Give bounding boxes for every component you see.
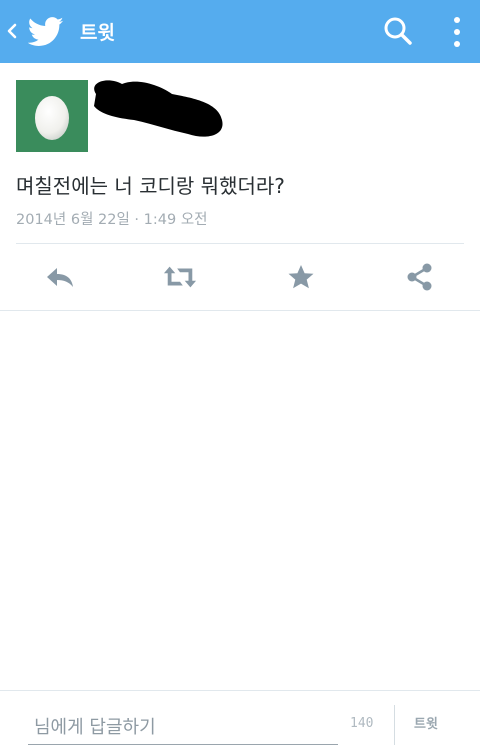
overflow-menu-icon[interactable] xyxy=(448,14,466,50)
tweet-actions xyxy=(0,252,480,304)
avatar[interactable] xyxy=(16,80,88,152)
twitter-bird-icon[interactable] xyxy=(28,17,64,47)
reply-input[interactable] xyxy=(28,713,338,745)
retweet-icon xyxy=(163,266,197,288)
tweet-timestamp: 2014년 6월 22일 · 1:49 오전 xyxy=(16,212,208,228)
char-count: 140 xyxy=(350,716,374,731)
tweet-button[interactable]: 트윗 xyxy=(414,713,438,732)
share-button[interactable] xyxy=(403,262,437,292)
reply-button[interactable] xyxy=(43,262,77,292)
redacted-username xyxy=(94,80,223,137)
search-icon[interactable] xyxy=(382,15,414,47)
default-egg-avatar-icon xyxy=(35,96,69,140)
tweet-text: 며칠전에는 너 코디랑 뭐했더라? xyxy=(16,174,285,198)
reply-bar: 140 트윗 xyxy=(0,690,480,755)
divider xyxy=(0,310,480,311)
reply-icon xyxy=(47,268,73,287)
share-icon xyxy=(407,263,432,291)
divider xyxy=(394,705,395,745)
favorite-button[interactable] xyxy=(284,262,318,292)
retweet-button[interactable] xyxy=(163,262,197,292)
star-icon xyxy=(288,265,314,289)
divider xyxy=(16,243,464,244)
back-chevron-icon[interactable] xyxy=(6,20,18,42)
app-bar: 트윗 xyxy=(0,0,480,63)
page-title: 트윗 xyxy=(80,22,115,44)
